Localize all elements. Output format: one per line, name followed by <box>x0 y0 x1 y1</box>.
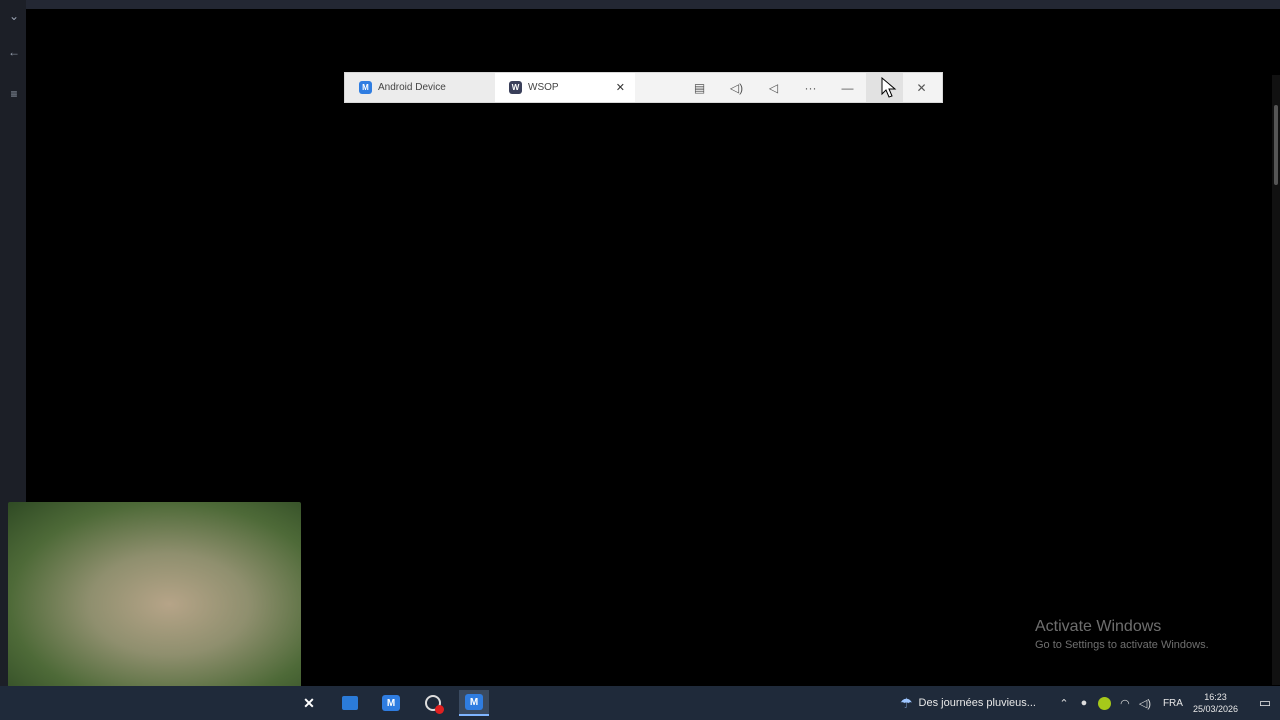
close-icon[interactable]: ✕ <box>903 73 940 102</box>
mouse-pointer-icon <box>881 77 897 98</box>
notification-icon[interactable]: ▭ <box>1250 695 1280 711</box>
screenshot-icon[interactable]: ▤ <box>681 73 718 102</box>
chevron-up-icon[interactable]: ⌃ <box>1054 697 1074 710</box>
mirroring-app-icon[interactable]: M <box>376 690 406 716</box>
screen-recorder-icon[interactable] <box>418 690 448 716</box>
tab-wsop[interactable]: W WSOP ✕ <box>495 73 635 102</box>
scrollbar[interactable] <box>1272 75 1280 685</box>
tab-label: Android Device <box>378 82 446 93</box>
mirroring-app-active-icon[interactable]: M <box>459 690 489 716</box>
weather-text: Des journées pluvieus... <box>918 697 1036 709</box>
volume-icon[interactable]: ◁) <box>718 73 755 102</box>
status-app-icon[interactable] <box>1097 696 1111 710</box>
clock-date: 25/03/2026 <box>1192 704 1238 714</box>
phone-app-mini-window: M Android Device W WSOP ✕ ▤ ◁) ◁ ··· — ✕ <box>344 72 943 103</box>
minimize-icon[interactable]: — <box>829 73 866 102</box>
webcam-overlay <box>8 502 301 688</box>
tab-android-device[interactable]: M Android Device <box>345 73 495 102</box>
wsop-app-icon: W <box>509 81 522 94</box>
clock-time: 16:23 <box>1204 692 1227 702</box>
back-arrow-icon[interactable]: ← <box>6 44 22 60</box>
weather-widget[interactable]: ☂ Des journées pluvieus... <box>900 695 1036 712</box>
activate-windows-watermark: Activate Windows Go to Settings to activ… <box>1035 618 1209 651</box>
watermark-title: Activate Windows <box>1035 618 1162 635</box>
tab-close-icon[interactable]: ✕ <box>616 81 625 94</box>
speaker-icon[interactable]: ◁) <box>1135 697 1155 710</box>
taskbar: ✕ M M ☂ Des journées pluvieus... ⌃ ● ◠ ◁… <box>0 686 1280 720</box>
menu-icon[interactable]: ≡ <box>6 86 22 102</box>
back-icon[interactable]: ◁ <box>755 73 792 102</box>
more-icon[interactable]: ··· <box>792 73 829 102</box>
background-app-titlebar <box>0 0 1280 9</box>
tab-label: WSOP <box>528 82 559 93</box>
android-device-app-icon: M <box>359 81 372 94</box>
network-icon[interactable]: ◠ <box>1115 697 1135 710</box>
microphone-icon[interactable]: ● <box>1074 697 1094 709</box>
clock[interactable]: 16:23 25/03/2026 <box>1193 691 1238 715</box>
chevron-down-icon[interactable]: ⌄ <box>6 8 22 24</box>
language-indicator[interactable]: FRA <box>1163 698 1183 709</box>
x-app-icon[interactable]: ✕ <box>294 690 324 716</box>
watermark-subtitle: Go to Settings to activate Windows. <box>1035 639 1209 651</box>
umbrella-icon: ☂ <box>899 694 913 711</box>
window-toolbar: ▤ ◁) ◁ ··· — ✕ <box>681 73 940 102</box>
scrollbar-thumb[interactable] <box>1274 105 1278 185</box>
task-view-icon[interactable] <box>335 690 365 716</box>
system-tray: ☂ Des journées pluvieus... ⌃ ● ◠ ◁) FRA … <box>900 686 1280 720</box>
